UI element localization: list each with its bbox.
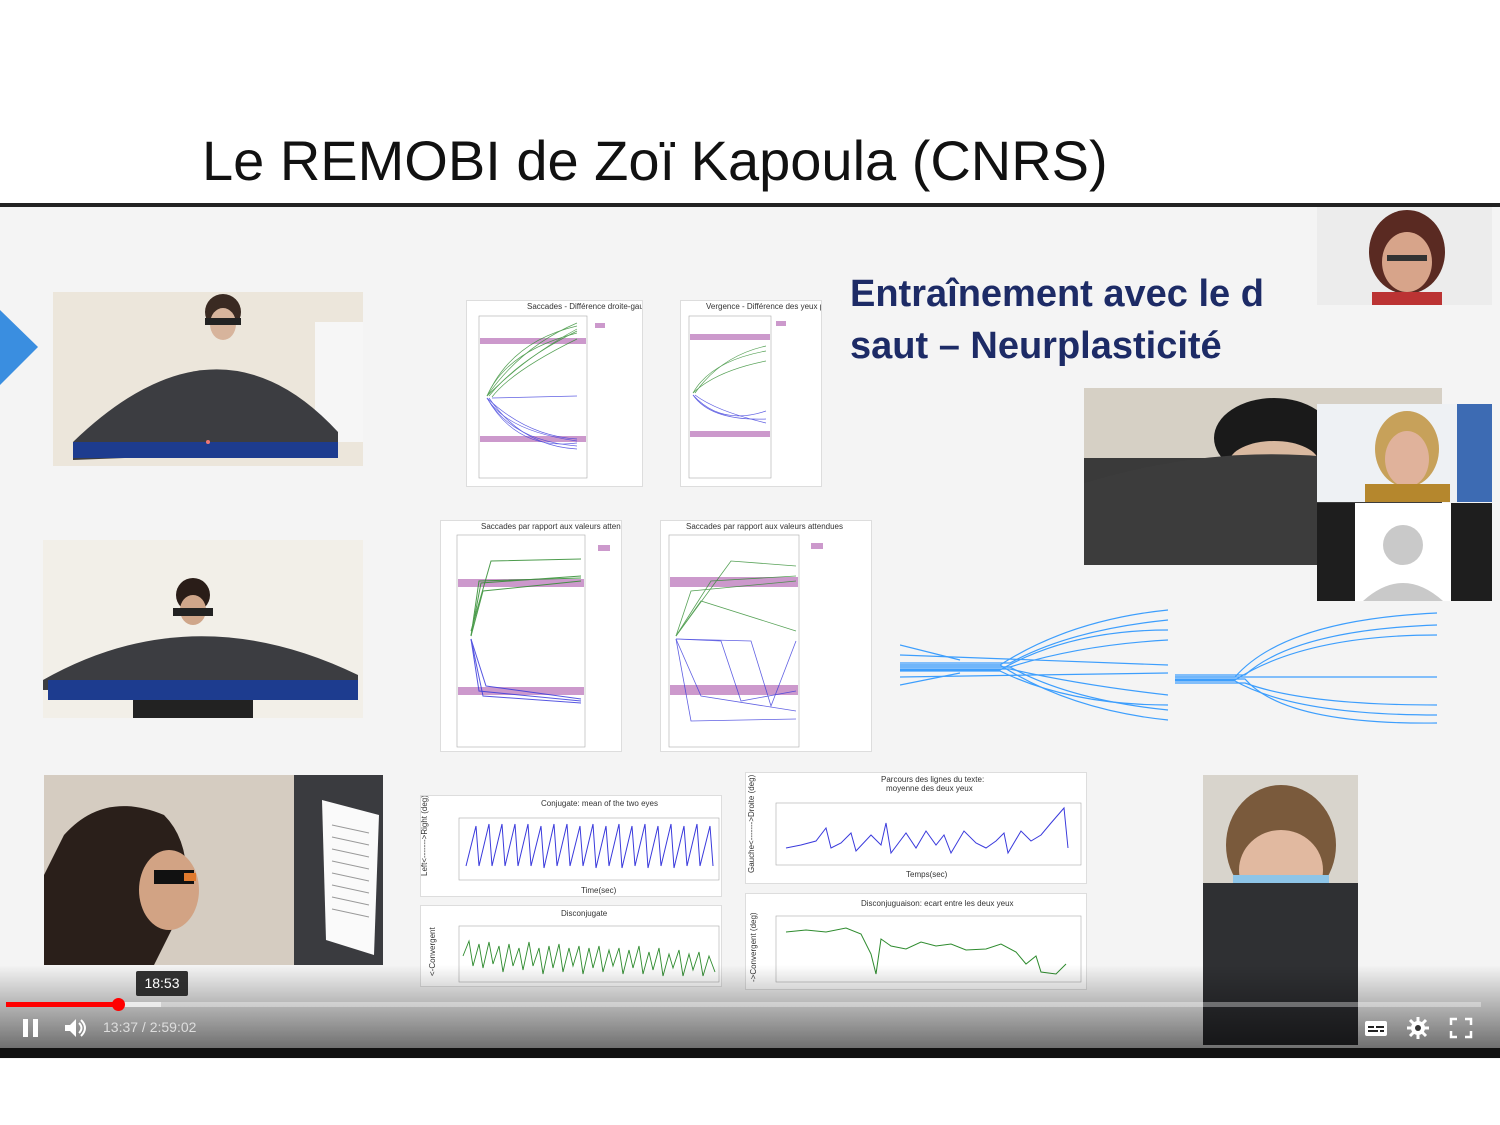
player-bottom-edge bbox=[0, 1048, 1500, 1058]
reading-path-plot: Parcours des lignes du texte: moyenne de… bbox=[745, 772, 1087, 884]
plot-1-title: Saccades - Différence droite-gauche pour… bbox=[527, 302, 642, 311]
saccade-plot-1: Saccades - Différence droite-gauche pour… bbox=[466, 300, 643, 487]
progress-bar[interactable] bbox=[6, 1002, 1481, 1007]
plot-5-title: Conjugate: mean of the two eyes bbox=[541, 799, 658, 808]
plot-7-title-1: Parcours des lignes du texte: bbox=[881, 775, 984, 784]
participant-avatar-placeholder[interactable] bbox=[1317, 503, 1492, 601]
inner-slide-title-line-1: Entraînement avec le d bbox=[850, 273, 1264, 315]
plot-3-title: Saccades par rapport aux valeurs attendu… bbox=[481, 522, 621, 531]
volume-button[interactable] bbox=[62, 1016, 90, 1040]
plot-8-title: Disconjuguaison: ecart entre les deux ye… bbox=[861, 899, 1014, 908]
volume-icon bbox=[65, 1019, 86, 1037]
settings-button[interactable] bbox=[1405, 1016, 1431, 1040]
inner-slide-title-line-2: saut – Neurplasticité bbox=[850, 325, 1222, 367]
saccade-plot-3: Saccades par rapport aux valeurs attendu… bbox=[440, 520, 622, 752]
settings-icon bbox=[1407, 1017, 1429, 1039]
vergence-plot-2: Vergence - Différence des yeux pour le r… bbox=[680, 300, 822, 487]
slide-title: Le REMOBI de Zoï Kapoula (CNRS) bbox=[202, 129, 1108, 192]
eye-trajectory-plot-1 bbox=[900, 609, 1169, 721]
remobi-photo-3 bbox=[44, 775, 383, 965]
time-display: 13:37 / 2:59:02 bbox=[103, 1019, 196, 1035]
plot-5-ylabel: Left<------->Right (deg) bbox=[421, 796, 429, 876]
plot-6-title: Disconjugate bbox=[561, 909, 608, 918]
player-controls-gradient bbox=[0, 965, 1500, 1049]
fullscreen-icon bbox=[1449, 1017, 1473, 1039]
plot-7-ylabel: Gauche<------->Droite (deg) bbox=[747, 774, 756, 873]
eye-trajectory-plot-2 bbox=[1175, 612, 1438, 724]
time-separator: / bbox=[138, 1019, 150, 1035]
plot-7-title-2: moyenne des deux yeux bbox=[886, 784, 973, 793]
remobi-photo-2 bbox=[43, 540, 363, 718]
pause-icon bbox=[23, 1019, 38, 1037]
conjugate-plot: Conjugate: mean of the two eyes Time(sec… bbox=[420, 795, 722, 897]
duration: 2:59:02 bbox=[149, 1019, 197, 1035]
plot-4-title: Saccades par rapport aux valeurs attendu… bbox=[686, 522, 843, 531]
participant-video-woman-glasses[interactable] bbox=[1317, 207, 1492, 305]
saccade-plot-4: Saccades par rapport aux valeurs attendu… bbox=[660, 520, 872, 752]
current-time: 13:37 bbox=[103, 1019, 139, 1035]
plot-2-title: Vergence - Différence des yeux pour le r… bbox=[706, 302, 821, 311]
subtitles-icon bbox=[1365, 1021, 1387, 1036]
plot-7-xlabel: Temps(sec) bbox=[906, 870, 948, 879]
progress-hover-time: 18:53 bbox=[136, 971, 188, 996]
progress-scrubber[interactable] bbox=[111, 998, 125, 1011]
slide-arrow-icon bbox=[0, 310, 38, 385]
participant-video-woman-blonde[interactable] bbox=[1317, 404, 1492, 502]
inner-slide-title: Entraînement avec le d saut – Neurplasti… bbox=[850, 268, 1264, 372]
fullscreen-button[interactable] bbox=[1448, 1016, 1474, 1040]
plot-5-xlabel: Time(sec) bbox=[581, 886, 617, 895]
remobi-photo-1 bbox=[53, 292, 363, 466]
pause-button[interactable] bbox=[18, 1016, 44, 1040]
progress-played bbox=[6, 1002, 119, 1007]
subtitles-button[interactable] bbox=[1362, 1016, 1390, 1040]
